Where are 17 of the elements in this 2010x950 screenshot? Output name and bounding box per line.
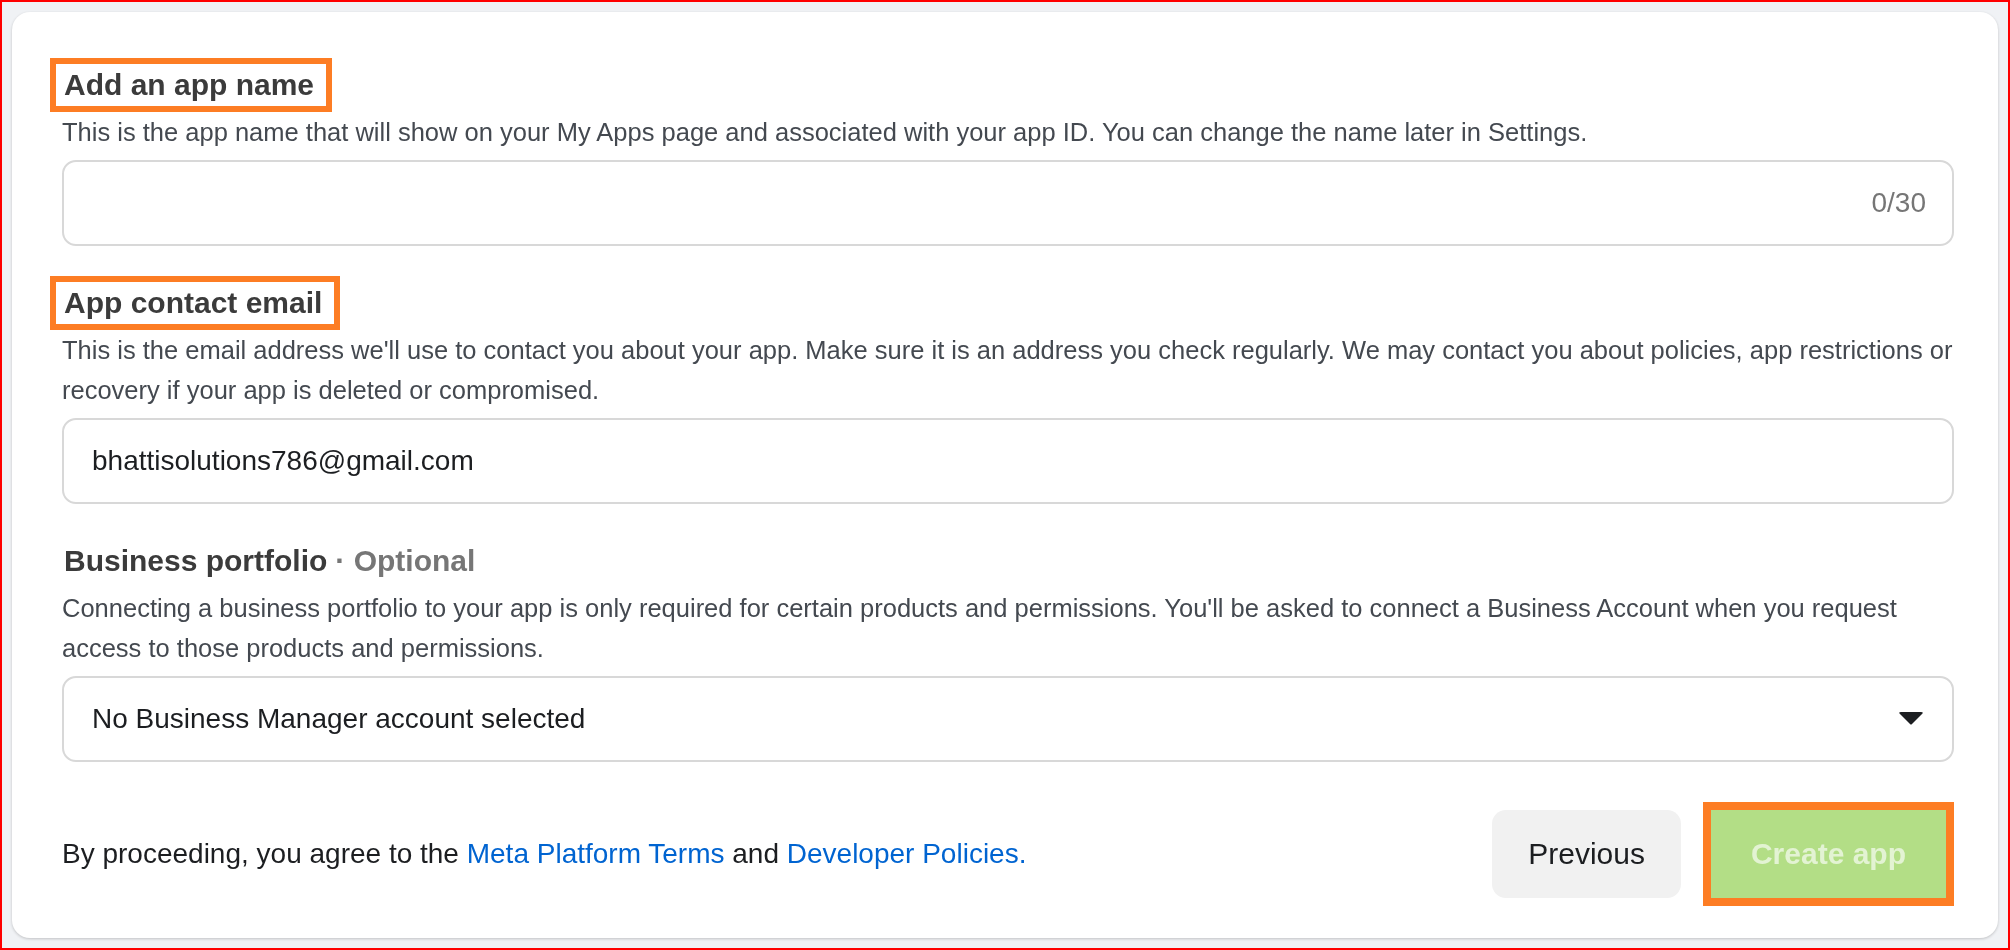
policy-link[interactable]: Developer Policies.	[786, 838, 1027, 869]
field-description: This is the email address we'll use to contact you about your app. Make sure it is an address you check regularly. We may contact you about policies, app restrictions or recovery if your app is deleted or compromised.	[62, 335, 1954, 406]
consent-text: By proceeding, you agree to the Meta Platform Terms and Developer Policies.	[62, 838, 1027, 870]
character-counter: 0/30	[1871, 187, 1926, 219]
text-input-field[interactable]: bhattisolutions786@gmail.com	[62, 418, 1954, 504]
section-title: Business portfolio	[64, 544, 328, 577]
optional-label: · Optional	[335, 544, 476, 577]
field-description: This is the app name that will show on your My Apps page and associated with your app ID. You can change the name later in Settings.	[62, 117, 1589, 148]
text-input-field[interactable]	[62, 160, 1954, 246]
section-title: App contact email	[64, 286, 323, 319]
policy-link[interactable]: Meta Platform Terms	[466, 838, 725, 869]
section-title: Add an app name	[64, 68, 315, 101]
caret-icon	[1898, 711, 1924, 727]
dropdown-value: No Business Manager account selected	[92, 703, 587, 735]
previous-button[interactable]: Previous	[1492, 810, 1681, 898]
dropdown-field[interactable]: No Business Manager account selected	[62, 676, 1954, 762]
field-description: Connecting a business portfolio to your app is only required for certain products and permissions. You'll be asked to connect a Business Account when you request access to those products and permissions.	[62, 593, 1898, 664]
